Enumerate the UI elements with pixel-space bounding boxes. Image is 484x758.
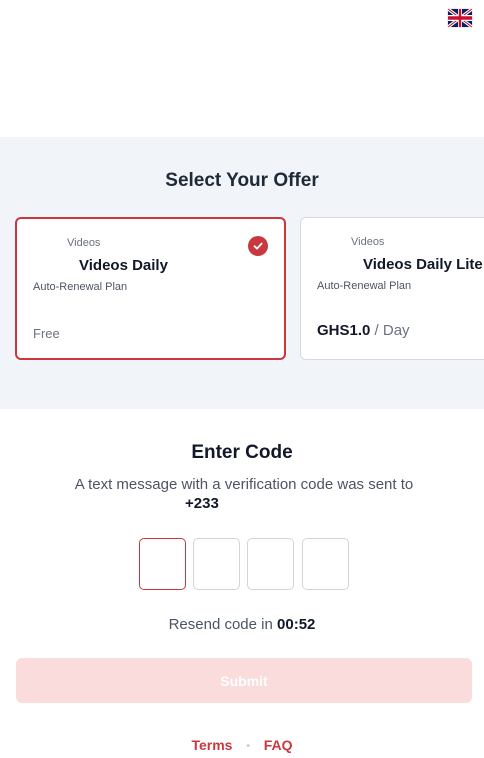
offer-section: Select Your Offer Videos Videos Daily Au… [0,137,484,409]
offer-price-amount: GHS1.0 [317,322,371,339]
resend-code: Resend code in 00:52 [0,616,484,633]
submit-button[interactable]: Submit [16,658,472,703]
code-section: Enter Code A text message with a verific… [0,409,484,758]
check-circle-icon [248,236,268,256]
offer-plan-type: Auto-Renewal Plan [317,280,412,292]
offer-price: GHS1.0 / Day [317,322,410,339]
code-digit-4[interactable] [302,538,349,590]
code-digit-3[interactable] [247,538,294,590]
offers-carousel[interactable]: Videos Videos Daily Auto-Renewal Plan Fr… [0,217,484,377]
offer-plan-type: Auto-Renewal Plan [33,281,128,293]
resend-label: Resend code in [168,616,273,633]
offer-section-title: Select Your Offer [165,170,319,191]
terms-link[interactable]: Terms [191,737,232,753]
offer-name: Videos Daily Lite [363,256,483,273]
offer-name: Videos Daily [79,257,168,274]
code-digit-1[interactable] [139,538,186,590]
footer-links: Terms • FAQ [0,737,484,753]
offer-card-videos-daily[interactable]: Videos Videos Daily Auto-Renewal Plan Fr… [15,217,286,360]
uk-flag-icon[interactable] [448,9,472,27]
footer-separator: • [246,740,250,752]
offer-card-videos-daily-lite[interactable]: Videos Videos Daily Lite Auto-Renewal Pl… [300,217,484,360]
code-section-title: Enter Code [191,442,293,463]
code-description: A text message with a verification code … [74,476,414,493]
offer-price-period: / Day [370,322,410,339]
resend-timer: 00:52 [277,616,316,633]
offer-category: Videos [351,236,385,248]
offer-category: Videos [67,237,101,249]
top-bar [0,0,484,137]
offer-price: Free [33,326,60,341]
faq-link[interactable]: FAQ [264,737,293,753]
code-digit-2[interactable] [193,538,240,590]
phone-number: +233 [185,495,219,512]
